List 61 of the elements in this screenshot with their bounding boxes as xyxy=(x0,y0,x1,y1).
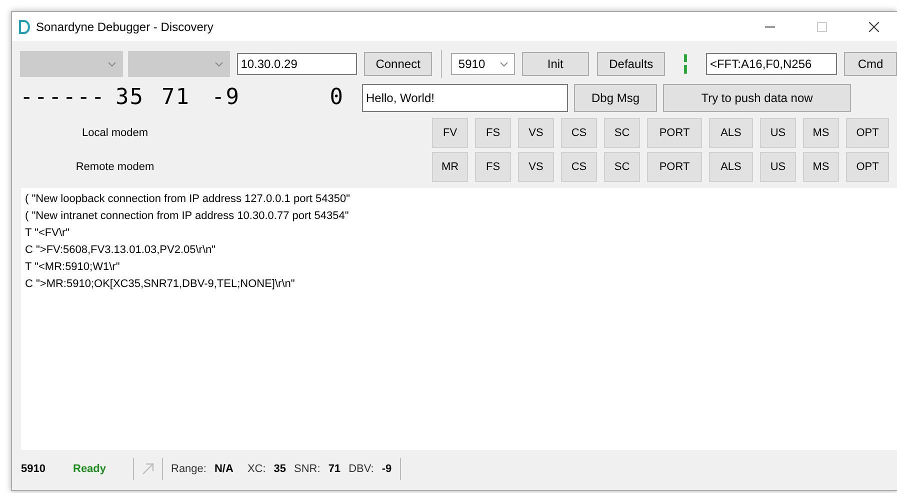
close-icon xyxy=(869,22,879,32)
modem-command-button[interactable]: OPT xyxy=(846,152,889,182)
app-logo-icon xyxy=(18,20,30,34)
status-value: N/A xyxy=(214,463,234,475)
modem-command-button[interactable]: US xyxy=(760,118,796,148)
chevron-down-icon xyxy=(500,62,508,66)
window-title: Sonardyne Debugger - Discovery xyxy=(36,20,214,34)
modem-command-button[interactable]: SC xyxy=(604,118,640,148)
modem-label: Local modem xyxy=(80,127,150,139)
modem-command-button[interactable]: ALS xyxy=(709,152,753,182)
status-label: SNR: xyxy=(294,463,320,475)
digital-readout: 0 xyxy=(328,84,344,112)
modem-command-button[interactable]: SC xyxy=(604,152,640,182)
activity-indicator-icon xyxy=(684,54,687,74)
modem-command-button[interactable]: ALS xyxy=(709,118,753,148)
defaults-button[interactable]: Defaults xyxy=(597,52,666,76)
status-value: 35 xyxy=(274,463,286,475)
modem-command-button[interactable]: US xyxy=(760,152,796,182)
connect-button[interactable]: Connect xyxy=(364,52,432,76)
chevron-down-icon xyxy=(214,62,223,66)
log-line: C ">MR:5910;OK[XC35,SNR71,DBV-9,TEL;NONE]\r\n" xyxy=(25,277,296,292)
modem-command-button[interactable]: CS xyxy=(561,152,597,182)
chevron-down-icon xyxy=(108,62,116,66)
command-field[interactable]: <FFT:A16,F0,N256 xyxy=(706,53,837,75)
modem-id: 5910 xyxy=(21,463,46,475)
modem-command-button[interactable]: MS xyxy=(803,118,839,148)
modem-command-button[interactable]: VS xyxy=(518,152,554,182)
modem-command-button[interactable]: MS xyxy=(803,152,839,182)
status-label: XC: xyxy=(247,463,266,475)
maximize-icon xyxy=(817,22,827,32)
dbg-msg-button[interactable]: Dbg Msg xyxy=(574,84,657,112)
modem-command-button[interactable]: FS xyxy=(475,152,511,182)
log-line: T "<FV\r" xyxy=(25,226,71,241)
status-value: 71 xyxy=(328,463,341,475)
modem-command-button[interactable]: VS xyxy=(518,118,554,148)
address-field[interactable]: 10.30.0.29 xyxy=(236,53,357,75)
digital-readout: -9 xyxy=(210,84,240,112)
log-line: ( "New intranet connection from IP address 10.30.0.77 port 54354" xyxy=(25,209,350,224)
init-button[interactable]: Init xyxy=(522,52,590,76)
modem-command-button[interactable]: MR xyxy=(432,152,468,182)
push-data-button[interactable]: Try to push data now xyxy=(663,84,851,112)
cmd-button[interactable]: Cmd xyxy=(844,52,897,76)
status-value: -9 xyxy=(382,463,392,475)
log-line: ( "New loopback connection from IP address 127.0.0.1 port 54350" xyxy=(25,192,351,207)
connection-status: Ready xyxy=(73,463,108,475)
log-line: T "<MR:5910;W1\r" xyxy=(25,260,121,275)
message-field[interactable]: Hello, World! xyxy=(362,84,568,112)
modem-command-button[interactable]: CS xyxy=(561,118,597,148)
modem-command-button[interactable]: FV xyxy=(432,118,468,148)
digital-readout: 35 xyxy=(114,84,144,112)
modem-command-button[interactable]: OPT xyxy=(846,118,889,148)
modem-label: Remote modem xyxy=(74,161,156,173)
modem-command-button[interactable]: PORT xyxy=(647,118,702,148)
status-label: DBV: xyxy=(348,463,374,475)
modem-command-button[interactable]: PORT xyxy=(647,152,702,182)
status-label: Range: xyxy=(171,463,206,475)
digital-readout: 71 xyxy=(160,84,190,112)
modem-command-button[interactable]: FS xyxy=(475,118,511,148)
port-value: 5910 xyxy=(458,57,486,71)
log-line: C ">FV:5608,FV3.13.01.03,PV2.05\r\n" xyxy=(25,243,217,258)
port-dropdown[interactable]: 5910 xyxy=(451,53,514,75)
